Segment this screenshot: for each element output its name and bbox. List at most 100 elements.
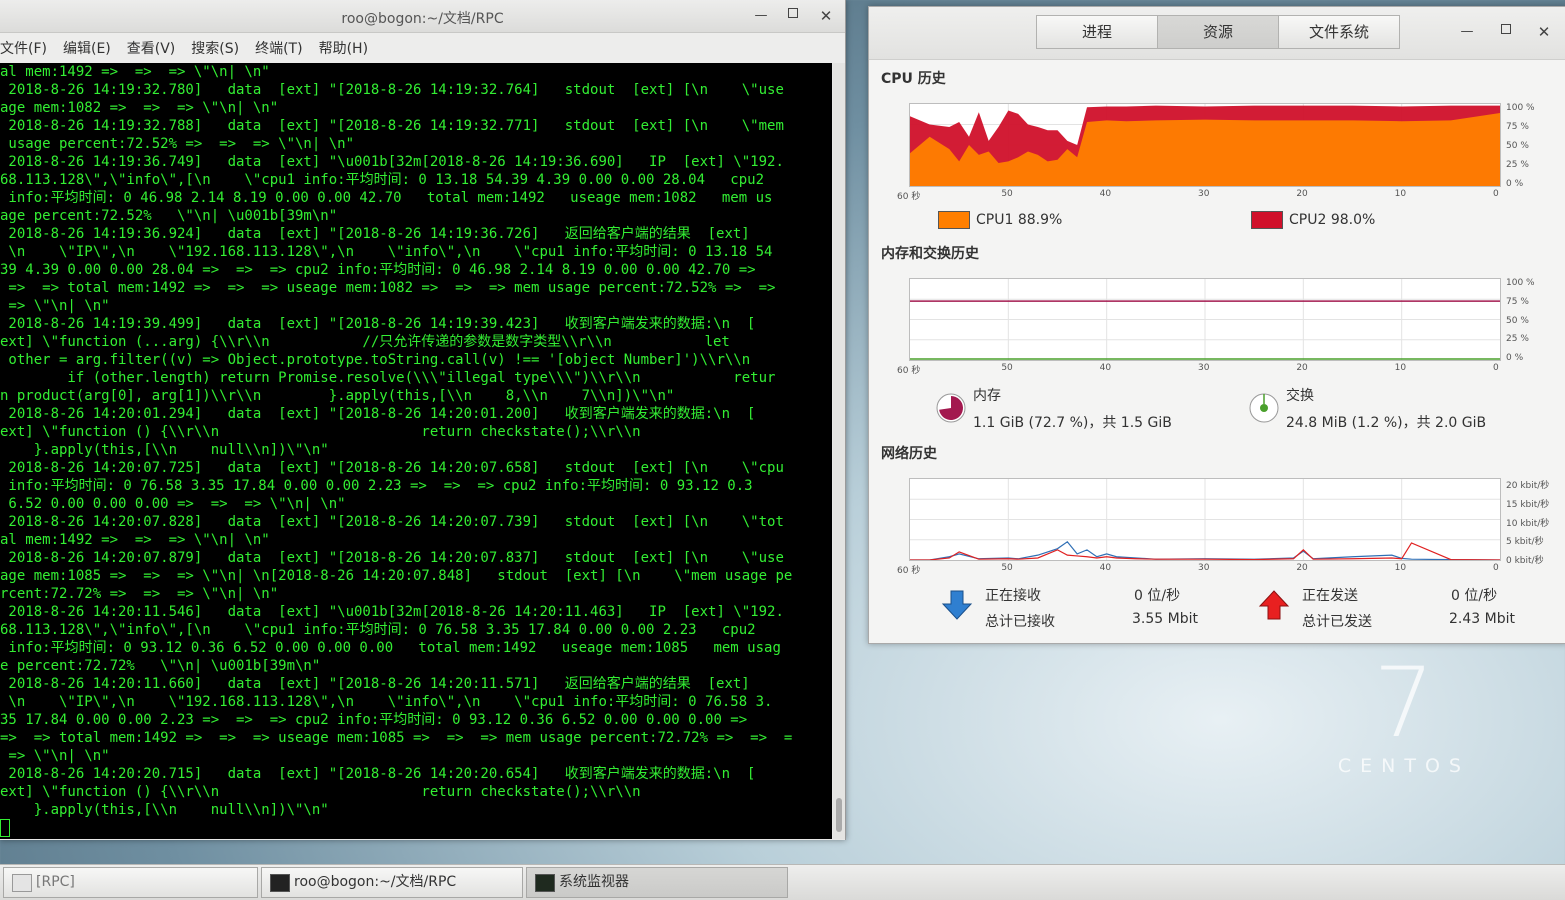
- terminal-line: other = arg.filter((v) => Object.prototy…: [0, 352, 751, 368]
- terminal-line: 2018-8-26 14:19:36.749] data [ext] "\u00…: [0, 154, 784, 170]
- memory-x-tick: 60 秒: [897, 366, 921, 376]
- network-x-tick: 50: [1001, 563, 1013, 573]
- memory-y-tick: 0 %: [1506, 353, 1524, 363]
- close-icon: ✕: [819, 7, 833, 25]
- cpu-x-tick: 30: [1198, 189, 1210, 199]
- terminal-window: roo@bogon:~/文档/RPC — ✕ 文件(F) 编辑(E) 查看(V)…: [0, 0, 846, 840]
- network-x-tick: 40: [1099, 563, 1112, 573]
- terminal-line: 2018-8-26 14:19:32.780] data [ext] "[201…: [0, 82, 784, 98]
- terminal-title: roo@bogon:~/文档/RPC: [341, 11, 504, 27]
- memory-value: 1.1 GiB (72.7 %)，共 1.5 GiB: [973, 415, 1172, 431]
- cpu-y-tick: 75 %: [1506, 122, 1529, 132]
- upload-arrow-icon[interactable]: [1258, 589, 1290, 621]
- monitor-maximize-button[interactable]: [1497, 23, 1515, 41]
- terminal-line: 2018-8-26 14:19:39.499] data [ext] "[201…: [0, 316, 756, 332]
- terminal-line: 2018-8-26 14:19:36.924] data [ext] "[201…: [0, 226, 750, 242]
- terminal-line: \n \"IP\",\n \"192.168.113.128\",\n \"in…: [0, 244, 773, 260]
- menu-edit[interactable]: 编辑(E): [63, 38, 111, 58]
- taskbar-item-system-monitor[interactable]: 系统监视器: [526, 867, 788, 898]
- menu-help[interactable]: 帮助(H): [319, 38, 368, 58]
- network-x-tick: 60 秒: [897, 566, 921, 576]
- terminal-line: rcent:72.72% => => => \"\n| \n": [0, 586, 279, 602]
- minimize-button[interactable]: —: [752, 7, 770, 25]
- cpu2-legend-swatch[interactable]: [1251, 211, 1283, 229]
- menu-terminal[interactable]: 终端(T): [255, 38, 302, 58]
- terminal-scrollbar[interactable]: [833, 63, 845, 839]
- terminal-text: al mem:1492 => => => \"\n| \n" 2018-8-26…: [0, 63, 832, 819]
- minimize-icon: —: [754, 8, 768, 23]
- terminal-line: ext] \"function (...arg) {\\r\\n //只允许传递…: [0, 334, 730, 350]
- taskbar-item-label: roo@bogon:~/文档/RPC: [294, 874, 457, 890]
- memory-x-tick: 30: [1198, 363, 1210, 373]
- download-arrow-icon[interactable]: [941, 589, 973, 621]
- terminal-prompt[interactable]: [0, 819, 832, 838]
- logo-number: 7: [1373, 647, 1435, 759]
- terminal-line: 35 17.84 0.00 0.00 2.23 => => => cpu2 in…: [0, 712, 748, 728]
- swap-label: 交换: [1286, 388, 1314, 404]
- logo-text: CENTOS: [1337, 755, 1470, 777]
- network-x-tick: 30: [1198, 563, 1210, 573]
- total-received-label: 总计已接收: [985, 614, 1055, 630]
- cursor-icon: [0, 819, 10, 837]
- terminal-line: info:平均时间: 0 46.98 2.14 8.19 0.00 0.00 4…: [0, 190, 773, 206]
- terminal-output[interactable]: al mem:1492 => => => \"\n| \n" 2018-8-26…: [0, 63, 832, 839]
- monitor-close-button[interactable]: ✕: [1535, 23, 1553, 41]
- receiving-rate: 0 位/秒: [1134, 588, 1181, 604]
- terminal-line: al mem:1492 => => => \"\n| \n": [0, 532, 270, 548]
- terminal-line: age percent:72.52% \"\n| \u001b[39m\n": [0, 208, 338, 224]
- terminal-line: e percent:72.72% \"\n| \u001b[39m\n": [0, 658, 321, 674]
- network-x-tick: 20: [1296, 563, 1308, 573]
- terminal-line: 2018-8-26 14:20:07.725] data [ext] "[201…: [0, 460, 784, 476]
- network-y-tick: 0 kbit/秒: [1506, 556, 1544, 566]
- tab-processes[interactable]: 进程: [1036, 15, 1158, 49]
- network-chart: [909, 478, 1501, 561]
- terminal-line: age mem:1082 => => => \"\n| \n": [0, 100, 279, 116]
- cpu-y-tick: 100 %: [1506, 103, 1535, 113]
- close-button[interactable]: ✕: [817, 7, 835, 25]
- terminal-line: al mem:1492 => => => \"\n| \n": [0, 64, 270, 80]
- minimize-icon: —: [1460, 24, 1474, 39]
- tab-filesystems[interactable]: 文件系统: [1278, 15, 1400, 49]
- memory-chart: [909, 278, 1501, 361]
- cpu-history-title: CPU 历史: [881, 71, 946, 87]
- total-sent-label: 总计已发送: [1302, 614, 1372, 630]
- terminal-line: }.apply(this,[\\n null\\n])\"\n": [0, 802, 329, 818]
- taskbar-item-label: 系统监视器: [559, 874, 629, 890]
- taskbar-item-terminal[interactable]: roo@bogon:~/文档/RPC: [261, 867, 523, 898]
- cpu-x-tick: 0: [1493, 189, 1499, 199]
- total-received-value: 3.55 Mbit: [1132, 611, 1198, 627]
- terminal-titlebar[interactable]: roo@bogon:~/文档/RPC — ✕: [0, 0, 845, 33]
- maximize-button[interactable]: [784, 7, 802, 25]
- taskbar: [RPC] roo@bogon:~/文档/RPC 系统监视器: [0, 864, 1565, 900]
- terminal-line: n product(arg[0], arg[1])\\r\\n }.apply(…: [0, 388, 675, 404]
- system-monitor-window: 进程 资源 文件系统 — ✕ CPU 历史 CPU1 88.9% CPU2 98…: [868, 6, 1565, 644]
- menu-search[interactable]: 搜索(S): [191, 38, 239, 58]
- swap-pie-icon[interactable]: [1248, 392, 1280, 424]
- menu-view[interactable]: 查看(V): [127, 38, 176, 58]
- cpu1-legend-swatch[interactable]: [938, 211, 970, 229]
- network-x-tick: 0: [1493, 563, 1499, 573]
- terminal-line: 68.113.128\",\"info\",[\n \"cpu1 info:平均…: [0, 172, 765, 188]
- memory-pie-icon[interactable]: [935, 392, 967, 424]
- terminal-line: 2018-8-26 14:20:07.828] data [ext] "[201…: [0, 514, 784, 530]
- memory-x-tick: 40: [1099, 363, 1112, 373]
- swap-value: 24.8 MiB (1.2 %)，共 2.0 GiB: [1286, 415, 1487, 431]
- monitor-tabs: 进程 资源 文件系统: [1036, 15, 1400, 49]
- scrollbar-thumb[interactable]: [836, 798, 842, 832]
- tab-resources[interactable]: 资源: [1157, 15, 1279, 49]
- menu-file[interactable]: 文件(F): [0, 38, 47, 58]
- memory-y-tick: 50 %: [1506, 315, 1529, 326]
- cpu-y-tick: 25 %: [1506, 160, 1529, 170]
- taskbar-item-rpc[interactable]: [RPC]: [3, 867, 258, 898]
- terminal-line: 2018-8-26 14:19:32.788] data [ext] "[201…: [0, 118, 784, 134]
- maximize-icon: [1501, 24, 1511, 34]
- memory-label: 内存: [973, 388, 1001, 404]
- terminal-line: 2018-8-26 14:20:07.879] data [ext] "[201…: [0, 550, 784, 566]
- sending-rate: 0 位/秒: [1451, 588, 1498, 604]
- terminal-line: => => total mem:1492 => => => useage mem…: [0, 280, 776, 296]
- centos-logo: 7 CENTOS: [1338, 655, 1470, 777]
- monitor-minimize-button[interactable]: —: [1458, 23, 1476, 41]
- system-monitor-headerbar[interactable]: 进程 资源 文件系统 — ✕: [869, 7, 1565, 60]
- cpu-x-tick: 50: [1001, 189, 1013, 199]
- maximize-icon: [788, 8, 798, 18]
